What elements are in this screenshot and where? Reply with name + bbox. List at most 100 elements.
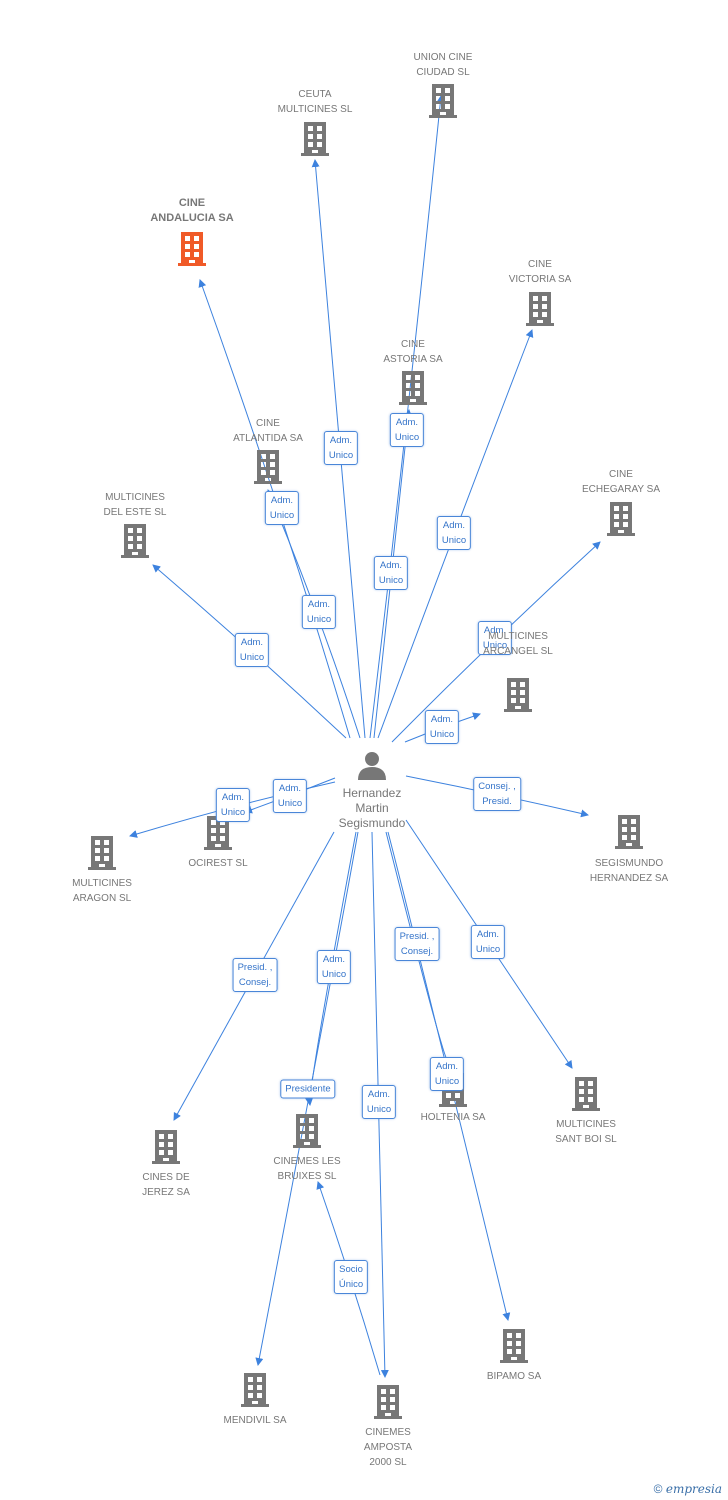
edge-label[interactable]: Adm. Unico [272,779,308,813]
edge-label[interactable]: Adm. Unico [389,413,425,447]
company-label-line: DEL ESTE SL [103,507,167,518]
company-label-line: MULTICINES [556,1119,616,1130]
company-label-line: ARCANGEL SL [483,646,553,657]
edge-label-line: Adm. [435,1061,459,1072]
building-icon-bruixes[interactable] [293,1114,321,1148]
company-label-segismundo[interactable]: SEGISMUNDO HERNANDEZ SA [590,856,668,886]
edge-label-line: Presid. , [237,962,273,973]
company-label-line: SEGISMUNDO [594,858,664,869]
company-label-line: CINE [401,339,425,350]
building-icon-ceuta[interactable] [301,122,329,156]
edge-label[interactable]: Adm. Unico [470,925,506,959]
edge-label-line: Adm. [367,1089,391,1100]
company-label-ceuta[interactable]: CEUTA MULTICINES SL [278,87,353,117]
edge-label-line: Presid. , [399,931,435,942]
company-label-union[interactable]: UNION CINE CIUDAD SL [414,50,473,80]
edge-label[interactable]: Adm. Unico [429,1057,465,1091]
person-name-line: Hernandez [342,786,402,800]
building-icon-echegaray[interactable] [607,502,635,536]
company-label-victoria[interactable]: CINE VICTORIA SA [509,257,572,287]
company-label-bipamo[interactable]: BIPAMO SA [487,1369,541,1384]
company-label-line: ARAGON SL [72,893,132,904]
empresia-logo[interactable]: © empresia [654,1482,722,1496]
building-icon-jerez[interactable] [152,1130,180,1164]
company-label-bruixes[interactable]: CINEMES LES BRUIXES SL [273,1154,340,1184]
building-icon-bipamo[interactable] [500,1329,528,1363]
edge-label[interactable]: Adm. Unico [373,556,409,590]
building-icon-atlantida[interactable] [254,450,282,484]
edge-label-line: Presidente [285,1083,331,1095]
company-label-echegaray[interactable]: CINE ECHEGARAY SA [582,467,660,497]
company-label-arcangel[interactable]: MULTICINES ARCANGEL SL [483,629,553,659]
company-label-line: OCIREST SL [188,858,248,869]
brand-name: empresia [665,1482,722,1496]
company-label-amposta[interactable]: CINEMES AMPOSTA 2000 SL [364,1425,412,1470]
edge-label-line: Unico [269,510,295,521]
edge-label-line: Adm. [430,714,454,725]
company-label-line: CINEMES LES [273,1156,341,1167]
edge-label[interactable]: Adm. Unico [264,491,300,525]
edge-label[interactable]: Adm. Unico [316,950,352,984]
company-label-line: ECHEGARAY SA [582,484,660,495]
building-icon-deleste[interactable] [121,524,149,558]
edge-label[interactable]: Adm. Unico [361,1085,397,1119]
edge-label[interactable]: Adm. Unico [436,516,472,550]
edge-label[interactable]: Presidente [280,1079,336,1099]
company-label-atlantida[interactable]: CINE ATLANTIDA SA [233,416,303,446]
edge-label[interactable]: Presid. , Consej. [232,958,278,992]
company-label-line: 2000 SL [369,1457,407,1468]
building-icon-andalucia[interactable] [178,232,206,266]
company-label-holtenia[interactable]: HOLTENIA SA [421,1110,486,1125]
edge-label[interactable]: Adm. Unico [424,710,460,744]
edge-label[interactable]: Adm. Unico [301,595,337,629]
building-icon-arcangel[interactable] [504,678,532,712]
company-label-line: CEUTA [298,89,332,100]
edge-label-line: Unico [366,1104,392,1115]
company-label-aragon[interactable]: MULTICINES ARAGON SL [72,876,132,906]
company-label-andalucia[interactable]: CINE ANDALUCIA SA [150,196,233,226]
edge-label-line: Consej. [400,946,434,957]
edge-label-line: Unico [441,535,467,546]
person-icon[interactable] [358,752,386,780]
company-label-line: BIPAMO SA [486,1371,542,1382]
building-icon-aragon[interactable] [88,836,116,870]
building-icon-victoria[interactable] [526,292,554,326]
building-icon-astoria[interactable] [399,371,427,405]
edge-label[interactable]: Adm. Unico [234,633,270,667]
edge-label-line: Unico [475,944,501,955]
edge-label-line: Unico [394,432,420,443]
building-icon-mendivil[interactable] [241,1373,269,1407]
company-label-line: HERNANDEZ SA [589,873,669,884]
edge-label-line: Unico [220,807,246,818]
company-label-jerez[interactable]: CINES DE JEREZ SA [142,1170,190,1200]
building-icon-union[interactable] [429,84,457,118]
edge-label-line: Consej. [238,977,272,988]
company-label-line: UNION CINE [413,52,473,63]
company-label-deleste[interactable]: MULTICINES DEL ESTE SL [104,490,167,520]
edge-label[interactable]: Consej. , Presid. [473,777,521,811]
company-label-mendivil[interactable]: MENDIVIL SA [224,1413,287,1428]
edge-label-line: Adm. [270,495,294,506]
person-label[interactable]: Hernandez Martin Segismundo [339,786,406,831]
edge-label-line: Adm. [329,435,353,446]
company-label-line: CINE [178,197,206,209]
company-label-line: AMPOSTA [363,1442,413,1453]
edge-label[interactable]: Adm. Unico [215,788,251,822]
building-icon-santboi[interactable] [572,1077,600,1111]
company-label-astoria[interactable]: CINE ASTORIA SA [383,337,442,367]
edge-label-line: Unico [277,798,303,809]
company-label-line: CINES DE [142,1172,190,1183]
edge-label-line: Consej. , [478,781,516,792]
edge-label[interactable]: Adm. Unico [323,431,359,465]
company-label-ocirest[interactable]: OCIREST SL [188,856,247,871]
company-label-line: HOLTENIA SA [420,1112,486,1123]
edge-label-line: Unico [239,652,265,663]
building-icon-amposta[interactable] [374,1385,402,1419]
company-label-santboi[interactable]: MULTICINES SANT BOI SL [555,1117,617,1147]
edge-label-line: Adm. [307,599,331,610]
company-label-line: MULTICINES SL [277,104,353,115]
building-icon-segismundo[interactable] [615,815,643,849]
company-label-line: CINE [528,259,552,270]
edge-label[interactable]: Socio Único [333,1260,369,1294]
edge-label[interactable]: Presid. , Consej. [394,927,440,961]
